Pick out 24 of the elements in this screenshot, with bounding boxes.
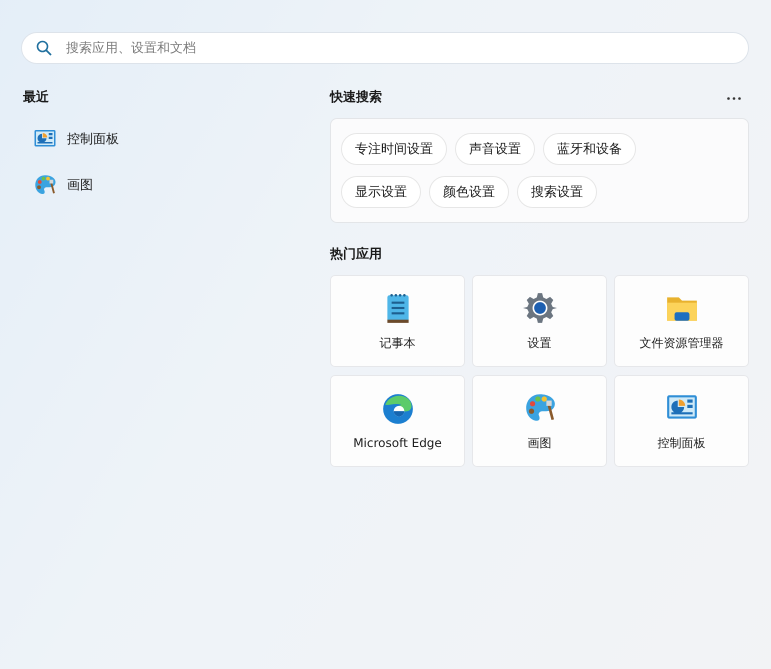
search-icon	[36, 40, 52, 56]
gear-icon	[522, 290, 556, 324]
more-icon	[727, 96, 741, 100]
app-tile[interactable]: 画图	[472, 375, 607, 467]
quick-search-chip[interactable]: 专注时间设置	[341, 133, 447, 165]
app-tile[interactable]: 设置	[472, 275, 607, 367]
section-heading: 热门应用	[330, 246, 383, 264]
quick-search-chip[interactable]: 蓝牙和设备	[543, 133, 636, 165]
recent-item[interactable]: 画图	[23, 166, 330, 204]
recent-item[interactable]: 控制面板	[23, 120, 330, 158]
quick-search-chip[interactable]: 颜色设置	[429, 176, 509, 208]
search-field[interactable]: 搜索应用、设置和文档	[21, 32, 749, 64]
app-tile[interactable]: 控制面板	[614, 375, 749, 467]
search-input[interactable]: 搜索应用、设置和文档	[64, 40, 734, 56]
section-heading: 最近	[23, 89, 50, 107]
palette-icon	[33, 173, 57, 197]
quick-search-chip[interactable]: 显示设置	[341, 176, 421, 208]
app-tile[interactable]: 文件资源管理器	[614, 275, 749, 367]
section-heading: 快速搜索	[330, 88, 382, 107]
quick-search-chip[interactable]: 声音设置	[455, 133, 535, 165]
app-tile[interactable]: Microsoft Edge	[330, 375, 465, 467]
app-tile[interactable]: 记事本	[330, 275, 465, 367]
browser-icon	[380, 392, 414, 426]
quick-search-chip[interactable]: 搜索设置	[517, 176, 597, 208]
